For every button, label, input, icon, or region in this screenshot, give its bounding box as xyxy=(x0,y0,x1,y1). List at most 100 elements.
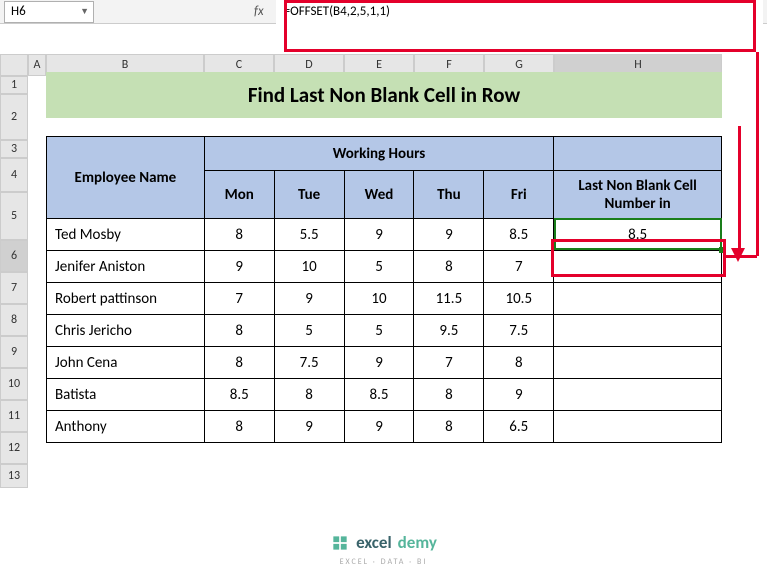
table-row: Batista 8.5 8 8.5 8 9 xyxy=(47,379,722,411)
cell-val[interactable]: 10 xyxy=(344,283,414,315)
fx-icon[interactable]: fx xyxy=(254,4,264,19)
cell-val[interactable]: 7 xyxy=(414,347,484,379)
cell-val[interactable]: 8 xyxy=(274,379,344,411)
fill-handle[interactable] xyxy=(719,247,725,253)
cell-name[interactable]: John Cena xyxy=(47,347,205,379)
cell-val[interactable]: 9.5 xyxy=(414,315,484,347)
exceldemy-logo-icon xyxy=(330,533,350,553)
cell-val[interactable]: 8 xyxy=(204,411,274,443)
cell-val[interactable]: 9 xyxy=(344,411,414,443)
header-fri: Fri xyxy=(484,171,554,219)
cell-val[interactable]: 10 xyxy=(274,251,344,283)
cell-name[interactable]: Batista xyxy=(47,379,205,411)
table-row: Chris Jericho 8 5 5 9.5 7.5 xyxy=(47,315,722,347)
data-table: Employee Name Working Hours Mon Tue Wed … xyxy=(46,136,722,443)
cell-val[interactable]: 8 xyxy=(204,347,274,379)
header-thu: Thu xyxy=(414,171,484,219)
cell-val[interactable]: 7.5 xyxy=(274,347,344,379)
cell-name[interactable]: Jenifer Aniston xyxy=(47,251,205,283)
select-all-corner[interactable] xyxy=(0,54,28,76)
cell-val[interactable]: 9 xyxy=(274,411,344,443)
header-working-hours: Working Hours xyxy=(204,137,553,171)
cell-val[interactable]: 5 xyxy=(274,315,344,347)
cell-val[interactable]: 8.5 xyxy=(204,379,274,411)
cell-val[interactable]: 7 xyxy=(204,283,274,315)
cell-val[interactable]: 9 xyxy=(204,251,274,283)
header-last-nonblank: Last Non Blank Cell Number in xyxy=(554,171,722,219)
sheet-area[interactable]: A B C D E F G H Find Last Non Blank Cell… xyxy=(28,54,722,488)
annotation-arrow-line xyxy=(756,52,759,256)
cell-val[interactable]: 8 xyxy=(204,315,274,347)
chevron-down-icon[interactable]: ▼ xyxy=(80,6,89,17)
row-headers: 1 2 3 4 5 6 7 8 9 10 11 12 13 xyxy=(0,54,28,488)
name-box[interactable]: H6 ▼ xyxy=(4,1,94,23)
header-tue: Tue xyxy=(274,171,344,219)
footer-tagline: EXCEL · DATA · BI xyxy=(0,557,767,567)
formula-bar[interactable]: =OFFSET(B4,2,5,1,1) xyxy=(276,0,763,24)
cell-val[interactable]: 5.5 xyxy=(274,219,344,251)
header-wed: Wed xyxy=(344,171,414,219)
cell-val[interactable]: 8 xyxy=(414,411,484,443)
cell-name[interactable]: Anthony xyxy=(47,411,205,443)
row-header-3[interactable]: 3 xyxy=(0,140,28,158)
cell-last[interactable] xyxy=(554,347,722,379)
cell-val[interactable]: 9 xyxy=(344,347,414,379)
cell-last[interactable] xyxy=(554,315,722,347)
row-header-1[interactable]: 1 xyxy=(0,76,28,94)
cell-last[interactable] xyxy=(554,411,722,443)
header-employee: Employee Name xyxy=(47,137,205,219)
cell-val[interactable]: 9 xyxy=(484,379,554,411)
cell-val[interactable]: 6.5 xyxy=(484,411,554,443)
cell-val[interactable]: 8 xyxy=(204,219,274,251)
cell-val[interactable]: 7 xyxy=(484,251,554,283)
cell-val[interactable]: 9 xyxy=(344,219,414,251)
col-header-A[interactable]: A xyxy=(28,54,46,76)
table-row: Ted Mosby 8 5.5 9 9 8.5 8.5 xyxy=(47,219,722,251)
formula-bar-row: H6 ▼ fx =OFFSET(B4,2,5,1,1) xyxy=(0,0,767,24)
formula-bar-expand xyxy=(0,24,767,54)
cell-name[interactable]: Chris Jericho xyxy=(47,315,205,347)
cell-val[interactable]: 5 xyxy=(344,315,414,347)
cell-last[interactable] xyxy=(554,251,722,283)
annotation-arrow-line xyxy=(738,126,741,250)
cell-val[interactable]: 8.5 xyxy=(484,219,554,251)
spreadsheet-grid: 1 2 3 4 5 6 7 8 9 10 11 12 13 A B C D E … xyxy=(0,54,767,488)
cell-val[interactable]: 7.5 xyxy=(484,315,554,347)
table-row: Robert pattinson 7 9 10 11.5 10.5 xyxy=(47,283,722,315)
cell-val[interactable]: 8 xyxy=(484,347,554,379)
cell-name[interactable]: Robert pattinson xyxy=(47,283,205,315)
cell-val[interactable]: 8.5 xyxy=(344,379,414,411)
footer-logo: excel demy xyxy=(0,532,767,553)
cell-val[interactable]: 9 xyxy=(414,219,484,251)
page-title: Find Last Non Blank Cell in Row xyxy=(248,82,520,108)
row-header-6[interactable]: 6 xyxy=(0,240,28,272)
row-header-4[interactable]: 4 xyxy=(0,158,28,192)
cell-name[interactable]: Ted Mosby xyxy=(47,219,205,251)
header-working-hours-span xyxy=(554,137,722,171)
row-header-7[interactable]: 7 xyxy=(0,272,28,304)
cell-val[interactable]: 9 xyxy=(274,283,344,315)
cell-val[interactable]: 11.5 xyxy=(414,283,484,315)
cell-last-selected[interactable]: 8.5 xyxy=(554,219,722,251)
logo-text-1: excel xyxy=(356,532,392,553)
row-header-5[interactable]: 5 xyxy=(0,192,28,240)
row-header-2[interactable]: 2 xyxy=(0,94,28,140)
row-header-11[interactable]: 11 xyxy=(0,400,28,432)
cell-last[interactable] xyxy=(554,283,722,315)
cell-val[interactable]: 5 xyxy=(344,251,414,283)
cell-val[interactable]: 10.5 xyxy=(484,283,554,315)
cell-last[interactable] xyxy=(554,379,722,411)
cell-val[interactable]: 8 xyxy=(414,379,484,411)
table-row: John Cena 8 7.5 9 7 8 xyxy=(47,347,722,379)
table-row: Anthony 8 9 9 8 6.5 xyxy=(47,411,722,443)
row-header-13[interactable]: 13 xyxy=(0,464,28,488)
row-header-12[interactable]: 12 xyxy=(0,432,28,464)
table-row: Jenifer Aniston 9 10 5 8 7 xyxy=(47,251,722,283)
cell-val[interactable]: 8 xyxy=(414,251,484,283)
logo-text-2: demy xyxy=(398,532,437,553)
row-header-9[interactable]: 9 xyxy=(0,336,28,368)
row-header-8[interactable]: 8 xyxy=(0,304,28,336)
row-header-10[interactable]: 10 xyxy=(0,368,28,400)
name-box-value: H6 xyxy=(11,4,26,19)
formula-bar-value: =OFFSET(B4,2,5,1,1) xyxy=(284,4,390,19)
